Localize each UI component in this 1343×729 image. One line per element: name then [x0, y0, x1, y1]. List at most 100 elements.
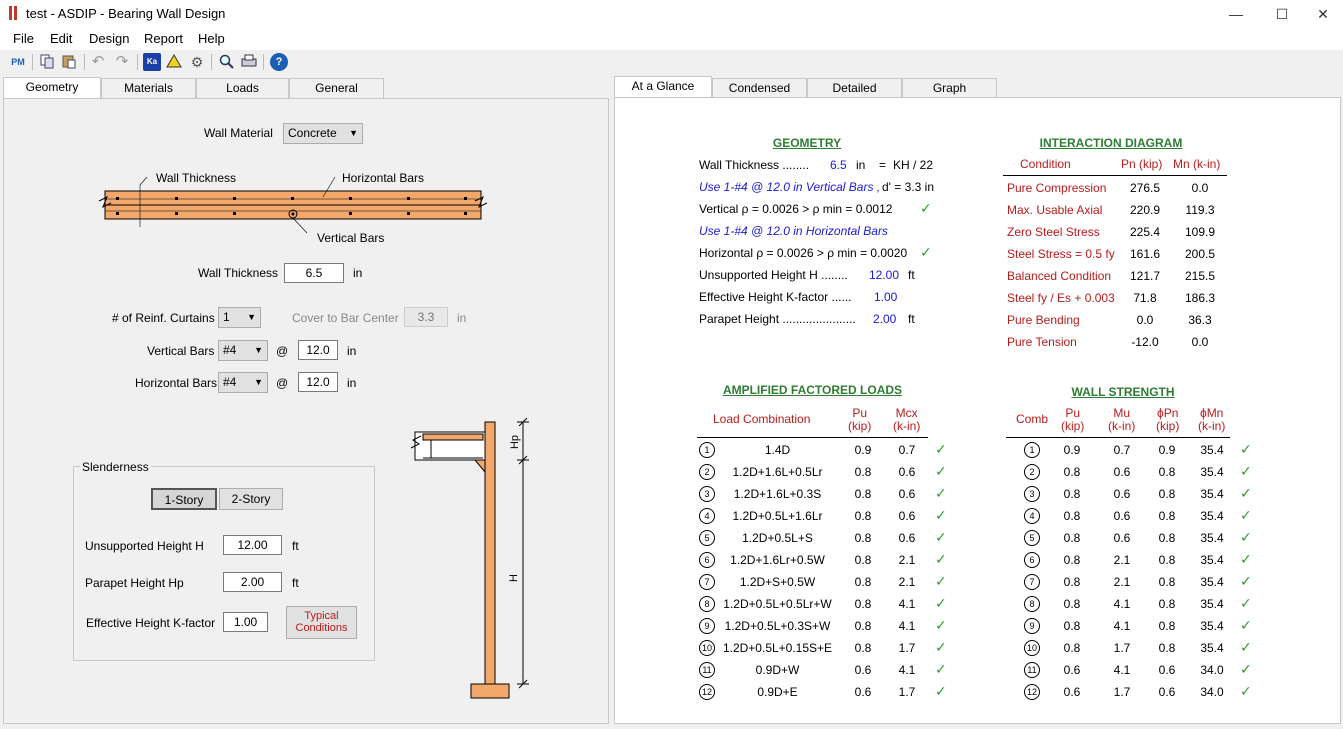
load-combination: 1.2D+0.5L+1.6Lr — [732, 509, 823, 523]
check-icon: ✓ — [920, 200, 932, 216]
check-icon: ✓ — [935, 441, 947, 457]
vertical-spacing-unit: in — [347, 344, 357, 358]
strength-phimn: 35.4 — [1200, 509, 1224, 523]
window-title: test - ASDIP - Bearing Wall Design — [26, 6, 226, 21]
unsupported-height-input[interactable]: 12.00 — [223, 535, 282, 555]
close-button[interactable]: ✕ — [1300, 0, 1343, 28]
menu-file[interactable]: File — [13, 31, 34, 46]
interaction-condition: Pure Compression — [1007, 181, 1107, 195]
interaction-condition: Balanced Condition — [1007, 269, 1112, 283]
interaction-header-mn: Mn (k-in) — [1173, 157, 1221, 171]
toolbar-separator — [32, 54, 33, 70]
undo-icon[interactable]: ↶ — [89, 53, 107, 71]
maximize-button[interactable]: ☐ — [1259, 0, 1305, 28]
paste-icon[interactable] — [60, 53, 78, 71]
vertical-use: Use 1-#4 @ 12.0 in Vertical Bars , — [699, 180, 881, 194]
horizontal-bars-value: #4 — [223, 375, 237, 389]
strength-title: WALL STRENGTH — [1071, 385, 1175, 399]
strength-phimn: 35.4 — [1200, 443, 1224, 457]
menu-design[interactable]: Design — [89, 31, 129, 46]
horizontal-spacing-input[interactable]: 12.0 — [298, 372, 338, 392]
ka-icon[interactable]: Ka — [143, 53, 161, 71]
tab-loads[interactable]: Loads — [196, 78, 289, 98]
menu-report[interactable]: Report — [144, 31, 183, 46]
menu-bar: File Edit Design Report Help — [0, 28, 1343, 50]
check-icon: ✓ — [935, 463, 947, 479]
check-icon: ✓ — [1240, 573, 1252, 589]
strength-phimn: 35.4 — [1200, 531, 1224, 545]
interaction-title: INTERACTION DIAGRAM — [1039, 136, 1183, 150]
interaction-pn: 276.5 — [1129, 181, 1161, 195]
strength-header-rule — [1006, 437, 1230, 438]
vertical-at-label: @ — [276, 344, 289, 358]
strength-phimn: 35.4 — [1200, 597, 1224, 611]
combo-number-icon: 8 — [1024, 596, 1040, 612]
typical-conditions-button[interactable]: Typical Conditions — [286, 606, 357, 639]
wall-thickness-input[interactable]: 6.5 — [284, 263, 344, 283]
menu-edit[interactable]: Edit — [50, 31, 72, 46]
tab-at-a-glance[interactable]: At a Glance — [614, 76, 712, 98]
wall-material-select[interactable]: Concrete ▼ — [283, 123, 363, 144]
tab-condensed[interactable]: Condensed — [712, 78, 807, 98]
strength-phipn: 0.8 — [1158, 597, 1176, 611]
pm-icon[interactable]: PM — [9, 53, 27, 71]
interaction-header-pn: Pn (kip) — [1121, 157, 1163, 171]
zoom-icon[interactable] — [217, 53, 235, 71]
combo-number-icon: 9 — [699, 618, 715, 634]
load-pu: 0.8 — [854, 509, 872, 523]
parapet-height-label: Parapet Height Hp — [85, 576, 184, 590]
warning-icon[interactable] — [165, 53, 183, 71]
check-icon: ✓ — [935, 617, 947, 633]
tab-detailed[interactable]: Detailed — [807, 78, 902, 98]
combo-number-icon: 4 — [699, 508, 715, 524]
check-icon: ✓ — [1240, 595, 1252, 611]
copy-icon[interactable] — [38, 53, 56, 71]
strength-pu: 0.8 — [1063, 553, 1081, 567]
strength-phimn: 35.4 — [1200, 487, 1224, 501]
load-combination: 1.2D+1.6Lr+0.5W — [730, 553, 825, 567]
help-icon[interactable]: ? — [270, 53, 288, 71]
strength-phimn: 35.4 — [1200, 465, 1224, 479]
tab-graph[interactable]: Graph — [902, 78, 997, 98]
vertical-bars-select[interactable]: #4 ▼ — [218, 340, 268, 361]
strength-mu: 1.7 — [1113, 685, 1131, 699]
settings-icon[interactable]: ⚙ — [188, 53, 206, 71]
minimize-button[interactable]: — — [1213, 0, 1259, 28]
unsupported-height-unit: ft — [292, 539, 299, 553]
strength-phipn: 0.8 — [1158, 465, 1176, 479]
strength-phipn: 0.8 — [1158, 575, 1176, 589]
loads-header-mcx: Mcx (k-in) — [893, 406, 921, 433]
strength-pu: 0.8 — [1063, 597, 1081, 611]
redo-icon[interactable]: ↷ — [113, 53, 131, 71]
menu-help[interactable]: Help — [198, 31, 225, 46]
combo-number-icon: 6 — [1024, 552, 1040, 568]
interaction-mn: 119.3 — [1185, 203, 1215, 217]
load-combination: 1.2D+0.5L+0.15S+E — [722, 641, 833, 655]
load-mcx: 4.1 — [898, 597, 916, 611]
slenderness-label: Slenderness — [80, 460, 151, 474]
two-story-button[interactable]: 2-Story — [219, 488, 283, 510]
tab-materials[interactable]: Materials — [101, 78, 196, 98]
parapet-height-input[interactable]: 2.00 — [223, 572, 282, 592]
one-story-button[interactable]: 1-Story — [151, 488, 217, 510]
combo-number-icon: 12 — [699, 684, 715, 700]
k-factor-label: Effective Height K-factor — [86, 616, 216, 630]
curtains-select[interactable]: 1 ▼ — [218, 307, 261, 328]
vertical-spacing-input[interactable]: 12.0 — [298, 340, 338, 360]
tab-geometry[interactable]: Geometry — [3, 77, 101, 99]
load-combination: 1.2D+1.6L+0.5Lr — [732, 465, 823, 479]
check-icon: ✓ — [1240, 463, 1252, 479]
strength-pu: 0.9 — [1063, 443, 1081, 457]
strength-mu: 4.1 — [1113, 663, 1131, 677]
tab-general[interactable]: General — [289, 78, 384, 98]
wt-unit: in — [856, 158, 866, 172]
print-icon[interactable] — [240, 53, 258, 71]
horizontal-bars-select[interactable]: #4 ▼ — [218, 372, 268, 393]
title-bar: test - ASDIP - Bearing Wall Design — ☐ ✕ — [0, 0, 1343, 28]
toolbar-separator — [211, 54, 212, 70]
combo-number-icon: 11 — [699, 662, 715, 678]
diagram-wall-thickness-label: Wall Thickness — [156, 171, 237, 185]
strength-mu: 1.7 — [1113, 641, 1131, 655]
wt-value: 6.5 — [830, 158, 847, 172]
k-factor-input[interactable]: 1.00 — [223, 612, 268, 632]
